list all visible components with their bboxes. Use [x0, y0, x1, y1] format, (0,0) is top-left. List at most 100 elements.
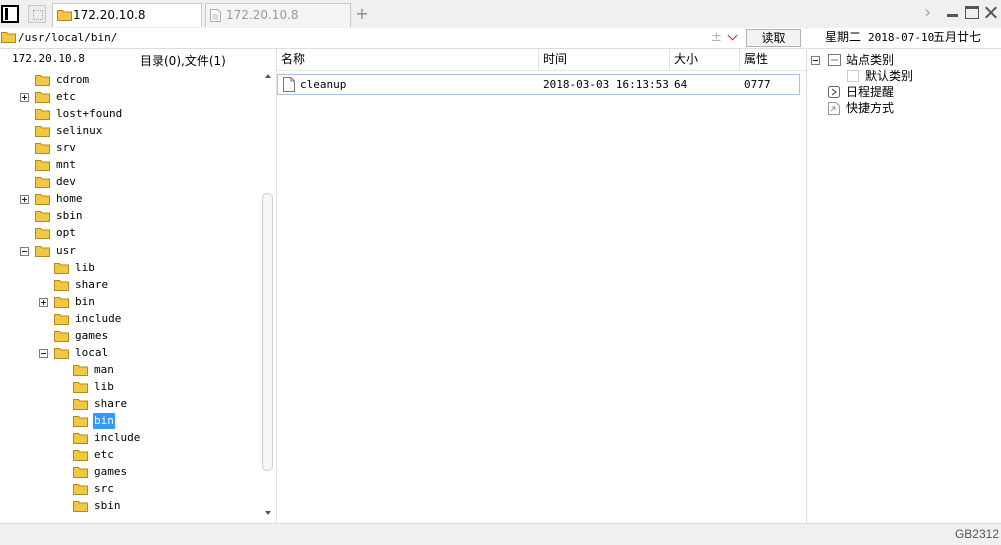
collapse-icon[interactable] — [20, 247, 29, 256]
folder-icon — [35, 126, 50, 137]
tree-item[interactable]: selinux — [35, 123, 240, 139]
tab-session-1[interactable]: 172.20.10.8 — [52, 3, 202, 27]
tree-scrollbar[interactable] — [262, 72, 274, 518]
tree-item[interactable]: man — [73, 362, 240, 378]
tree-item[interactable]: src — [73, 481, 240, 497]
default-category-node[interactable]: 默认类别 — [847, 68, 997, 84]
maximize-icon[interactable] — [965, 6, 979, 19]
tree-item-label: lib — [75, 261, 95, 274]
tree-item[interactable]: share — [54, 277, 240, 293]
tree-item[interactable]: include — [73, 430, 240, 446]
tree-item[interactable]: games — [54, 328, 240, 344]
folder-icon — [35, 92, 50, 103]
tree-item[interactable]: lib — [73, 379, 240, 395]
folder-icon — [73, 365, 88, 376]
tree-item[interactable]: usr — [20, 243, 240, 259]
folder-icon — [54, 314, 69, 325]
column-header-name[interactable]: 名称 — [277, 49, 539, 70]
folder-icon — [54, 280, 69, 291]
folder-icon — [35, 246, 50, 257]
tab-session-2[interactable]: 172.20.10.8 — [205, 3, 351, 27]
tree-item-label: man — [94, 363, 114, 376]
expand-icon[interactable] — [39, 298, 48, 307]
date-bar: 星期二 2018-07-10 五月廿七 — [807, 28, 1001, 49]
path-options-icon[interactable]: ± — [711, 28, 722, 47]
tree-item-label: share — [94, 397, 128, 410]
tree-item-label: share — [75, 278, 109, 291]
expand-icon[interactable] — [20, 195, 29, 204]
tree-item-label: bin — [93, 413, 115, 429]
tree-item[interactable]: home — [20, 191, 240, 207]
file-attr: 0777 — [744, 78, 771, 91]
column-header-attr[interactable]: 属性 — [740, 49, 806, 70]
file-list-pane: 名称 时间 大小 属性 cleanup 2018-03-03 16:13:53 … — [277, 49, 807, 523]
folder-icon — [1, 32, 16, 43]
tree-item[interactable]: sbin — [35, 208, 240, 224]
tree-item-label: lost+found — [56, 107, 123, 120]
scroll-down-icon[interactable] — [265, 511, 271, 515]
tree-item[interactable]: cdrom — [35, 72, 240, 88]
tab-label: 172.20.10.8 — [226, 8, 299, 22]
folder-icon — [54, 348, 69, 359]
schedule-node[interactable]: 日程提醒 — [828, 84, 988, 100]
folder-icon — [54, 297, 69, 308]
tree-item[interactable]: dev — [35, 174, 240, 190]
file-size: 64 — [674, 78, 688, 91]
folder-icon — [73, 467, 88, 478]
file-name: cleanup — [300, 78, 347, 91]
dir-file-count: 目录(0),文件(1) — [140, 54, 226, 68]
tree-item-label: opt — [56, 226, 76, 239]
minimize-icon[interactable] — [946, 6, 960, 19]
tree-item-label: bin — [75, 295, 95, 308]
tree-item[interactable]: srv — [35, 140, 240, 156]
tree-item[interactable]: local — [39, 345, 240, 361]
encoding-label[interactable]: GB2312 — [955, 525, 999, 543]
tree-item[interactable]: bin — [39, 294, 240, 310]
tree-item-label: srv — [56, 141, 76, 154]
tree-item[interactable]: games — [73, 464, 240, 480]
read-button[interactable]: 读取 — [746, 29, 801, 47]
tree-item-label: lib — [94, 380, 114, 393]
file-icon — [283, 77, 295, 92]
collapse-icon[interactable] — [811, 56, 820, 65]
tree-item[interactable]: opt — [35, 225, 240, 241]
document-icon — [210, 9, 221, 22]
tree-item-label: mnt — [56, 158, 76, 171]
table-row[interactable]: cleanup 2018-03-03 16:13:53 64 0777 — [277, 74, 800, 95]
schedule-icon — [828, 86, 840, 98]
tree-item[interactable]: share — [73, 396, 240, 412]
column-header-time[interactable]: 时间 — [539, 49, 670, 70]
expand-icon[interactable] — [20, 93, 29, 102]
folder-icon — [35, 177, 50, 188]
shortcut-node[interactable]: 快捷方式 — [828, 100, 988, 116]
site-category-node[interactable]: 站点类别 — [811, 52, 991, 68]
chevron-right-icon[interactable]: › — [924, 2, 931, 24]
tree-item[interactable]: etc — [20, 89, 240, 105]
scrollbar-thumb[interactable] — [262, 193, 273, 471]
lunar-date-label: 五月廿七 — [933, 30, 982, 44]
chevron-down-icon[interactable] — [728, 32, 737, 41]
folder-icon — [73, 484, 88, 495]
tree-item[interactable]: lost+found — [35, 106, 240, 122]
scroll-up-icon[interactable] — [265, 74, 271, 78]
blank-tab-icon[interactable] — [28, 5, 46, 23]
folder-icon — [73, 501, 88, 512]
column-header-size[interactable]: 大小 — [670, 49, 740, 70]
tree-item[interactable]: etc — [73, 447, 240, 463]
new-tab-button[interactable]: + — [355, 4, 369, 24]
tree-item-label: dev — [56, 175, 76, 188]
tree-item-label: include — [75, 312, 122, 325]
folder-icon — [54, 331, 69, 342]
collapse-icon[interactable] — [39, 349, 48, 358]
close-icon[interactable] — [984, 6, 998, 19]
tree-item[interactable]: include — [54, 311, 240, 327]
tree-item-label: selinux — [56, 124, 103, 137]
panel-toggle-icon[interactable] — [1, 5, 19, 23]
tab-label: 172.20.10.8 — [73, 8, 146, 22]
folder-icon — [35, 211, 50, 222]
tree-item[interactable]: bin — [73, 413, 240, 429]
path-input[interactable] — [18, 29, 708, 46]
tree-item[interactable]: sbin — [73, 498, 240, 514]
tree-item[interactable]: lib — [54, 260, 240, 276]
tree-item[interactable]: mnt — [35, 157, 240, 173]
